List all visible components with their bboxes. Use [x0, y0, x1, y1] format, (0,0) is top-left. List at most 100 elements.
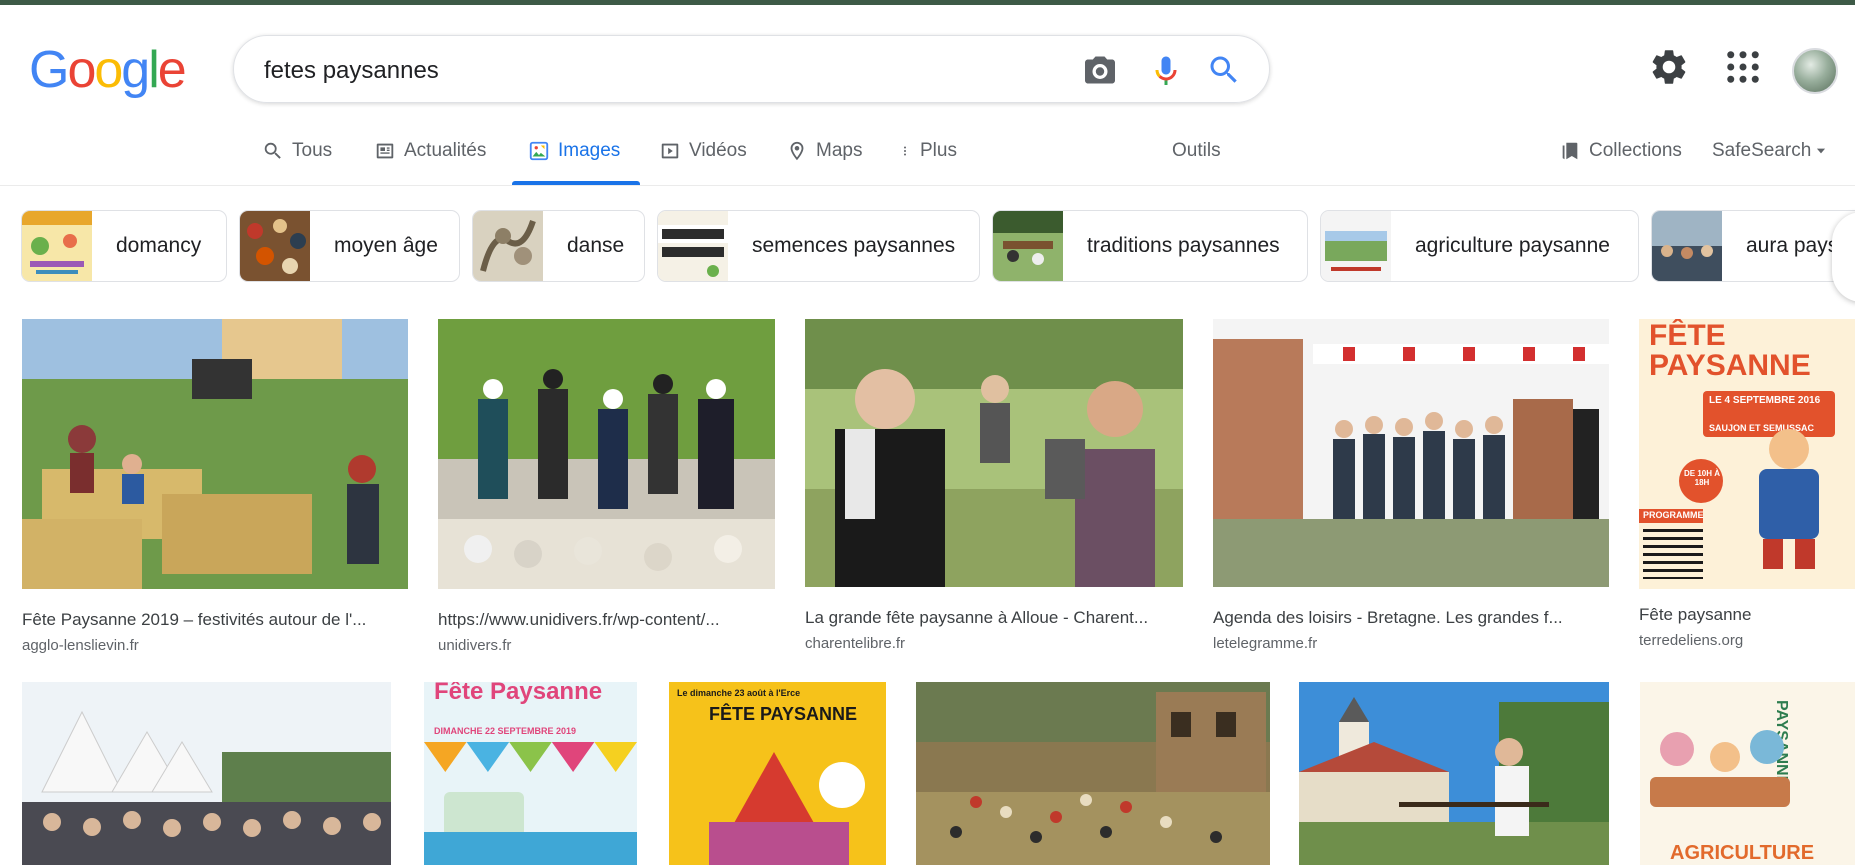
image-result[interactable]: Fête Paysanne DIMANCHE 22 SEPTEMBRE 2019	[424, 682, 637, 865]
more-vertical-icon	[904, 146, 906, 156]
result-thumbnail[interactable]	[1213, 319, 1609, 587]
logo-letter: g	[121, 41, 150, 99]
search-box[interactable]: fetes paysannes	[233, 35, 1270, 103]
result-thumbnail[interactable]	[438, 319, 775, 589]
poster-footer	[709, 822, 849, 865]
safesearch-label: SafeSearch	[1712, 140, 1812, 161]
tab-label: Outils	[1172, 140, 1221, 161]
poster-hours: DE 10H À 18H	[1683, 469, 1720, 487]
image-result[interactable]: Le dimanche 23 août à l'Erce FÊTE PAYSAN…	[669, 682, 886, 865]
poster-date: DIMANCHE 22 SEPTEMBRE 2019	[434, 726, 577, 736]
google-logo[interactable]: Google	[29, 41, 187, 99]
image-result[interactable]: FÊTE PAYSANNE LE 4 SEPTEMBRE 2016 SAUJON…	[1639, 319, 1855, 649]
chip-traditions-paysannes[interactable]: traditions paysannes	[992, 210, 1308, 282]
search-input[interactable]: fetes paysannes	[264, 57, 439, 85]
poster-date: LE 4 SEPTEMBRE 2016	[1709, 395, 1821, 406]
chip-label: traditions paysannes	[1087, 234, 1280, 257]
poster-programme: PROGRAMME	[1643, 510, 1704, 520]
poster-date: Le dimanche 23 août à l'Erce	[677, 688, 801, 698]
result-title[interactable]: https://www.unidivers.fr/wp-content/...	[438, 610, 775, 630]
tab-outils[interactable]: Outils	[1172, 126, 1221, 184]
newspaper-icon	[376, 143, 394, 159]
chip-thumbnail	[993, 211, 1063, 281]
collections-label: Collections	[1589, 140, 1682, 161]
tab-actualites[interactable]: Actualités	[374, 126, 486, 184]
image-result[interactable]	[22, 682, 391, 865]
result-thumbnail[interactable]: Fête Paysanne DIMANCHE 22 SEPTEMBRE 2019	[424, 682, 637, 865]
result-title[interactable]: Fête Paysanne 2019 – festivités autour d…	[22, 610, 408, 630]
image-result[interactable]	[916, 682, 1270, 865]
circus-tent-illustration	[729, 752, 819, 832]
logo-letter: e	[157, 41, 187, 99]
tab-tous[interactable]: Tous	[262, 126, 332, 184]
tab-label: Maps	[816, 140, 863, 161]
image-result[interactable]: Fête Paysanne 2019 – festivités autour d…	[22, 319, 408, 654]
tab-videos[interactable]: Vidéos	[659, 126, 747, 184]
image-result[interactable]: PAYSANNES AGRICULTURE	[1640, 682, 1855, 865]
chips-scroll-next-button[interactable]	[1832, 212, 1855, 302]
image-result[interactable]: La grande fête paysanne à Alloue - Chare…	[805, 319, 1183, 652]
result-title[interactable]: Fête paysanne	[1639, 605, 1855, 625]
top-accent-bar	[0, 0, 1855, 5]
tab-plus[interactable]: Plus	[902, 126, 957, 184]
tab-label: Vidéos	[689, 140, 747, 161]
chip-thumbnail	[658, 211, 728, 281]
chip-agriculture-paysanne[interactable]: agriculture paysanne	[1320, 210, 1639, 282]
result-thumbnail[interactable]	[916, 682, 1270, 865]
chip-thumbnail	[240, 211, 310, 281]
image-result[interactable]	[1299, 682, 1609, 865]
chip-danse[interactable]: danse	[472, 210, 645, 282]
image-icon	[529, 141, 549, 161]
poster-subtitle: AGRICULTURE	[1670, 842, 1815, 864]
poster-title: Fête Paysanne	[434, 682, 603, 705]
chip-label: semences paysannes	[752, 234, 956, 257]
collections-button[interactable]: Collections	[1559, 126, 1682, 184]
camera-icon[interactable]	[1082, 52, 1118, 88]
tab-images[interactable]: Images	[512, 126, 640, 185]
search-icon	[264, 142, 281, 159]
result-title[interactable]: La grande fête paysanne à Alloue - Chare…	[805, 608, 1183, 628]
result-title[interactable]: Agenda des loisirs - Bretagne. Les grand…	[1213, 608, 1609, 628]
result-thumbnail[interactable]: Le dimanche 23 août à l'Erce FÊTE PAYSAN…	[669, 682, 886, 865]
result-thumbnail[interactable]	[22, 682, 391, 865]
microphone-icon[interactable]	[1148, 52, 1184, 88]
image-result[interactable]: https://www.unidivers.fr/wp-content/... …	[438, 319, 775, 654]
result-source: unidivers.fr	[438, 637, 512, 654]
chip-thumbnail	[22, 211, 92, 281]
result-thumbnail[interactable]	[22, 319, 408, 589]
tab-label: Tous	[292, 140, 333, 161]
poster-badge	[819, 762, 865, 808]
chip-moyen-age[interactable]: moyen âge	[239, 210, 460, 282]
image-result[interactable]: Agenda des loisirs - Bretagne. Les grand…	[1213, 319, 1609, 652]
result-source: terredeliens.org	[1639, 632, 1744, 649]
result-thumbnail[interactable]	[805, 319, 1183, 587]
poster-illustration	[1650, 722, 1790, 812]
chip-label: domancy	[116, 234, 202, 257]
chip-label: agriculture paysanne	[1415, 234, 1610, 257]
bookmark-collection-icon	[1562, 142, 1578, 160]
related-searches: domancy moyen âge danse semences paysann…	[0, 210, 1855, 284]
chip-aura-pays[interactable]: aura pays	[1651, 210, 1855, 282]
tab-label: Plus	[920, 140, 957, 161]
result-thumbnail[interactable]: FÊTE PAYSANNE LE 4 SEPTEMBRE 2016 SAUJON…	[1639, 319, 1855, 589]
poster-illustration	[1749, 429, 1829, 569]
result-thumbnail[interactable]: PAYSANNES AGRICULTURE	[1640, 682, 1855, 865]
settings-gear-icon[interactable]	[1648, 46, 1690, 88]
chip-domancy[interactable]: domancy	[21, 210, 227, 282]
logo-letter: G	[29, 41, 69, 99]
chip-label: danse	[567, 234, 625, 257]
user-avatar[interactable]	[1792, 48, 1838, 94]
video-play-icon	[661, 143, 679, 159]
tab-maps[interactable]: Maps	[786, 126, 862, 184]
result-thumbnail[interactable]	[1299, 682, 1609, 865]
safesearch-button[interactable]: SafeSearch	[1712, 126, 1828, 184]
result-source: charentelibre.fr	[805, 635, 906, 652]
search-icon[interactable]	[1206, 52, 1242, 88]
poster-title: FÊTE PAYSANNE	[709, 704, 858, 724]
apps-grid-icon[interactable]	[1722, 46, 1764, 88]
bunting-decoration	[424, 742, 637, 772]
logo-letter: o	[94, 41, 123, 99]
chip-semences-paysannes[interactable]: semences paysannes	[657, 210, 980, 282]
poster-title: FÊTE PAYSANNE	[1649, 319, 1811, 382]
tab-label: Images	[558, 140, 621, 161]
